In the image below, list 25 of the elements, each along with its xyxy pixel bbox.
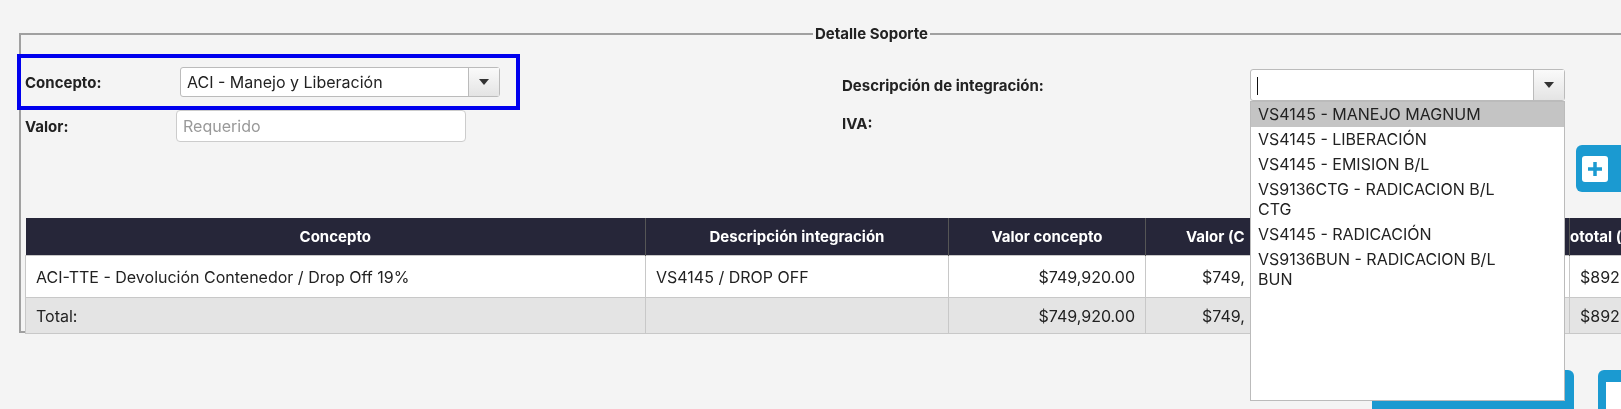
value-field[interactable]: Requerido (176, 110, 466, 142)
column-header: Valor concepto (948, 218, 1146, 256)
dropdown-option[interactable]: VS4145 - MANEJO MAGNUM (1251, 102, 1564, 127)
dropdown-option[interactable]: VS4145 - LIBERACIÓN (1251, 127, 1564, 152)
caret-icon (1544, 82, 1554, 88)
table-cell: $892 (1569, 255, 1621, 298)
field-label: Valor: (24, 116, 70, 136)
field-label: Descripción de integración: (842, 75, 1045, 95)
column-header: Concepto (25, 218, 646, 256)
table-cell: $749,920.00 (948, 255, 1146, 298)
plus-icon (1582, 155, 1608, 182)
table-cell: ACI-TTE - Devolución Contenedor / Drop Off 19% (25, 255, 646, 298)
field-label: Concepto: (24, 72, 103, 92)
add-button[interactable] (1576, 145, 1621, 192)
dropdown-option[interactable]: VS4145 - EMISION B/L (1251, 152, 1564, 177)
total-label: Total: (25, 297, 646, 334)
concept-select[interactable]: ACI - Manejo y Liberación (180, 67, 500, 97)
table-cell: $892 (1569, 297, 1621, 334)
dropdown-option[interactable]: VS4145 - RADICACIÓN (1251, 222, 1564, 247)
table-cell: $749,920.00 (948, 297, 1146, 334)
column-header: ototal ( (1569, 218, 1621, 256)
caret-icon (479, 79, 489, 85)
table-cell: VS4145 / DROP OFF (645, 255, 949, 298)
field-label: IVA: (842, 114, 873, 133)
column-header: Descripción integración (645, 218, 949, 256)
